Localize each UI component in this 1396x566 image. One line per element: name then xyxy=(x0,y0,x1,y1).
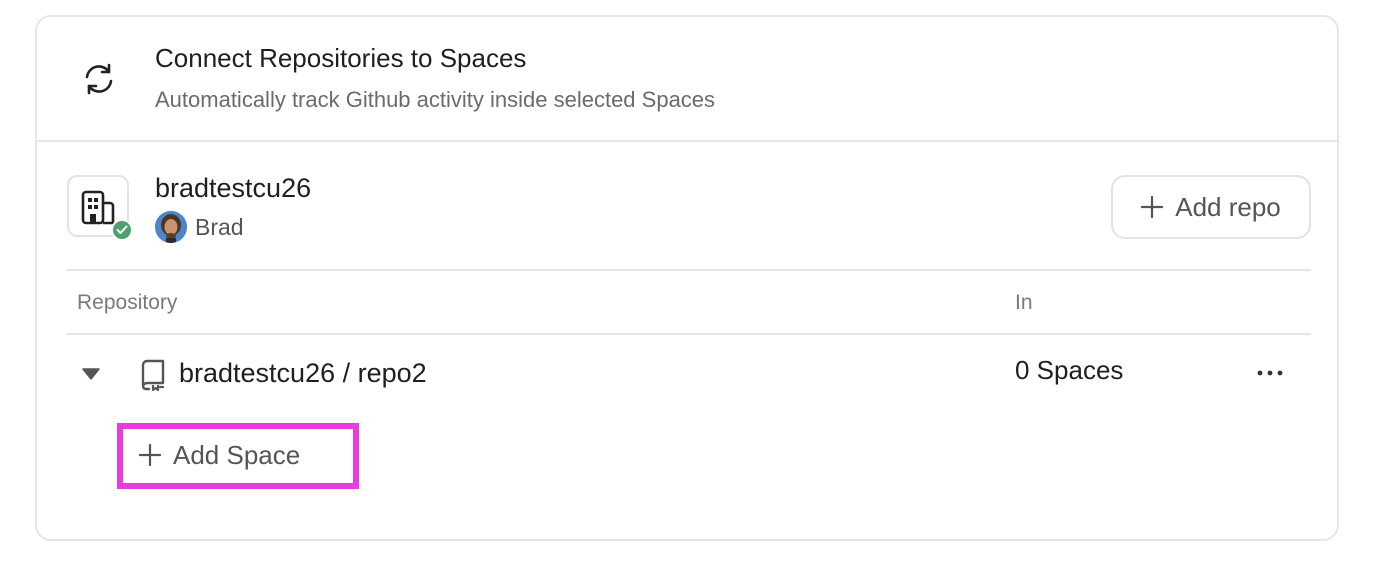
card-header: Connect Repositories to Spaces Automatic… xyxy=(37,17,1337,142)
sync-icon xyxy=(85,63,113,95)
page-title: Connect Repositories to Spaces xyxy=(155,43,527,73)
add-repo-label: Add repo xyxy=(1175,191,1281,222)
repo-name[interactable]: bradtestcu26 / repo2 xyxy=(179,358,427,389)
org-owner: Brad xyxy=(155,210,244,244)
column-header-repository: Repository xyxy=(77,291,178,314)
connect-repositories-card: Connect Repositories to Spaces Automatic… xyxy=(35,15,1339,541)
caret-down-icon[interactable] xyxy=(81,367,101,381)
building-icon xyxy=(81,190,115,225)
spaces-count: 0 Spaces xyxy=(1015,355,1124,385)
connected-check-icon xyxy=(111,219,133,241)
add-space-label: Add Space xyxy=(173,439,301,470)
column-header-in: In xyxy=(1015,291,1033,314)
plus-icon xyxy=(1141,196,1164,218)
org-avatar xyxy=(67,175,133,241)
plus-icon xyxy=(139,444,161,466)
add-space-button[interactable]: Add Space xyxy=(139,435,300,475)
repo-icon xyxy=(141,359,165,391)
divider xyxy=(67,333,1311,335)
owner-name: Brad xyxy=(195,213,244,240)
add-repo-button[interactable]: Add repo xyxy=(1111,175,1311,239)
more-options-icon[interactable] xyxy=(1255,363,1285,383)
page-subtitle: Automatically track Github activity insi… xyxy=(155,87,716,112)
divider xyxy=(67,269,1311,271)
avatar xyxy=(155,211,187,243)
org-name: bradtestcu26 xyxy=(155,173,312,203)
